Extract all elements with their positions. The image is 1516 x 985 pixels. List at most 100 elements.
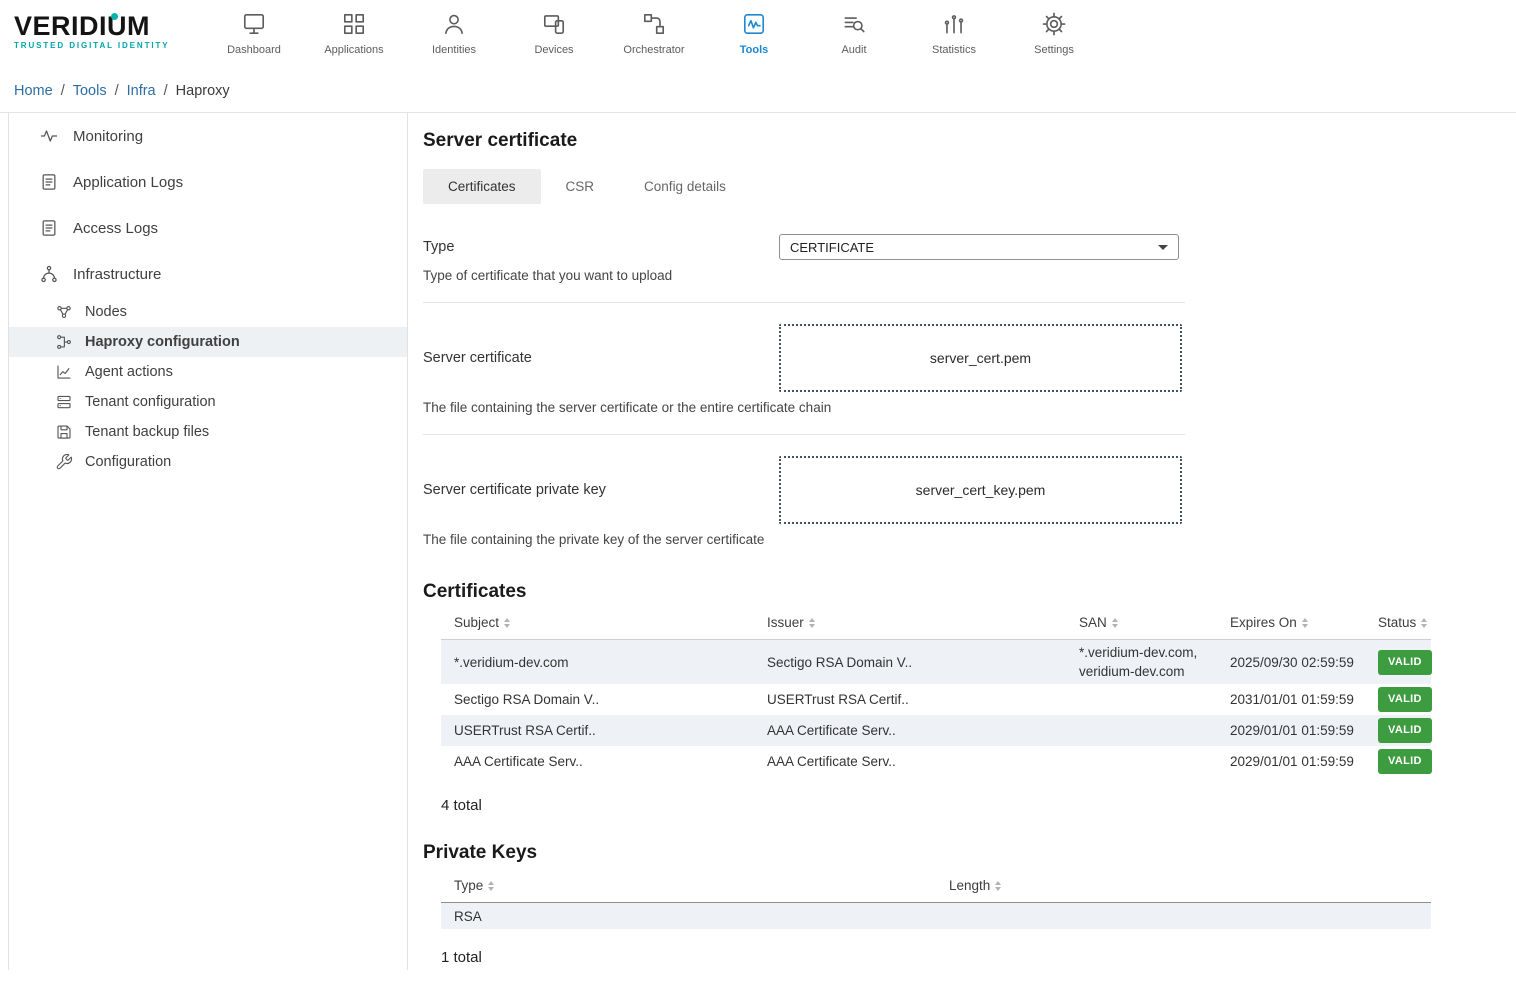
- sidebar: Monitoring Application Logs Access Logs …: [8, 113, 408, 970]
- breadcrumb-separator: /: [61, 83, 65, 99]
- nav-item-tools[interactable]: Tools: [704, 0, 804, 56]
- cell-san: [1066, 761, 1217, 763]
- nav-item-devices[interactable]: Devices: [504, 0, 604, 56]
- gear-icon: [1041, 11, 1067, 37]
- bar-chart-icon: [941, 11, 967, 37]
- certificates-table: Subject Issuer SAN Expires On Status *.v…: [441, 615, 1431, 777]
- sidebar-item-label: Haproxy configuration: [85, 334, 240, 350]
- sidebar-item-label: Monitoring: [73, 128, 143, 145]
- sidebar-item-nodes[interactable]: Nodes: [9, 297, 407, 327]
- person-icon: [441, 11, 467, 37]
- column-header-type[interactable]: Type: [441, 878, 936, 900]
- server-icon: [55, 393, 73, 411]
- cell-subject: *.veridium-dev.com: [441, 652, 754, 673]
- private-key-filename: server_cert_key.pem: [916, 482, 1046, 498]
- wrench-icon: [55, 453, 73, 471]
- sidebar-item-application-logs[interactable]: Application Logs: [9, 159, 407, 205]
- nav-item-orchestrator[interactable]: Orchestrator: [604, 0, 704, 56]
- divider: [423, 302, 1185, 303]
- sidebar-item-tenant-configuration[interactable]: Tenant configuration: [9, 387, 407, 417]
- column-header-length[interactable]: Length: [936, 878, 1431, 900]
- breadcrumb-infra[interactable]: Infra: [127, 83, 156, 99]
- sidebar-item-label: Nodes: [85, 304, 127, 320]
- cell-key-length: [936, 915, 1431, 917]
- cell-key-type: RSA: [441, 906, 936, 927]
- cell-status: VALID: [1365, 717, 1431, 744]
- breadcrumb-tools[interactable]: Tools: [73, 83, 107, 99]
- network-icon: [39, 264, 59, 284]
- nav-item-dashboard[interactable]: Dashboard: [204, 0, 304, 56]
- line-chart-icon: [55, 363, 73, 381]
- private-keys-total: 1 total: [441, 949, 1516, 966]
- page-title: Server certificate: [423, 130, 1516, 152]
- sitemap-icon: [55, 333, 73, 351]
- sidebar-item-label: Application Logs: [73, 174, 183, 191]
- chevron-down-icon: [1158, 245, 1168, 250]
- dashboard-icon: [241, 11, 267, 37]
- nav-item-settings[interactable]: Settings: [1004, 0, 1104, 56]
- sidebar-item-access-logs[interactable]: Access Logs: [9, 205, 407, 251]
- sort-icon: [1421, 618, 1427, 628]
- breadcrumb-current: Haproxy: [176, 83, 230, 99]
- private-key-label: Server certificate private key: [423, 482, 779, 498]
- document-icon: [39, 172, 59, 192]
- nav-item-statistics[interactable]: Statistics: [904, 0, 1004, 56]
- nav-item-applications[interactable]: Applications: [304, 0, 404, 56]
- logo-wordmark: VERIDIUM: [14, 12, 182, 40]
- logo-dot-icon: [111, 13, 118, 20]
- veridium-logo[interactable]: VERIDIUM TRUSTED DIGITAL IDENTITY: [14, 12, 182, 50]
- column-header-status[interactable]: Status: [1365, 615, 1431, 637]
- cell-status: VALID: [1365, 748, 1431, 775]
- server-certificate-dropzone[interactable]: server_cert.pem: [779, 324, 1182, 392]
- private-key-help-text: The file containing the private key of t…: [423, 532, 1185, 547]
- sidebar-item-label: Tenant backup files: [85, 424, 209, 440]
- sidebar-item-haproxy-configuration[interactable]: Haproxy configuration: [9, 327, 407, 357]
- column-header-issuer[interactable]: Issuer: [754, 615, 1066, 637]
- nav-label: Orchestrator: [623, 44, 684, 56]
- sidebar-item-infrastructure[interactable]: Infrastructure: [9, 251, 407, 297]
- sidebar-item-monitoring[interactable]: Monitoring: [9, 113, 407, 159]
- certificates-table-header: Subject Issuer SAN Expires On Status: [441, 615, 1431, 640]
- tab-csr[interactable]: CSR: [541, 169, 620, 204]
- private-keys-section-title: Private Keys: [423, 842, 1516, 864]
- certificate-type-select[interactable]: CERTIFICATE: [779, 234, 1179, 260]
- sort-icon: [1112, 618, 1118, 628]
- document-icon: [39, 218, 59, 238]
- logo-tagline: TRUSTED DIGITAL IDENTITY: [14, 41, 182, 50]
- sort-icon: [809, 618, 815, 628]
- certificates-section-title: Certificates: [423, 581, 1516, 603]
- cell-san: [1066, 730, 1217, 732]
- save-icon: [55, 423, 73, 441]
- cell-status: VALID: [1365, 649, 1431, 676]
- server-certificate-label: Server certificate: [423, 350, 779, 366]
- cell-expires: 2029/01/01 01:59:59: [1217, 751, 1365, 772]
- divider: [423, 434, 1185, 435]
- private-key-dropzone[interactable]: server_cert_key.pem: [779, 456, 1182, 524]
- nav-label: Identities: [432, 44, 476, 56]
- breadcrumb-home[interactable]: Home: [14, 83, 53, 99]
- nav-label: Audit: [841, 44, 866, 56]
- activity-icon: [39, 126, 59, 146]
- sort-icon: [995, 881, 1001, 891]
- server-certificate-help-text: The file containing the server certifica…: [423, 400, 1185, 415]
- status-badge: VALID: [1378, 650, 1432, 675]
- column-header-subject[interactable]: Subject: [441, 615, 754, 637]
- cell-expires: 2031/01/01 01:59:59: [1217, 689, 1365, 710]
- content-area: Monitoring Application Logs Access Logs …: [0, 112, 1516, 970]
- nav-label: Statistics: [932, 44, 976, 56]
- sort-icon: [1302, 618, 1308, 628]
- sidebar-item-tenant-backup-files[interactable]: Tenant backup files: [9, 417, 407, 447]
- certificate-type-value: CERTIFICATE: [790, 240, 874, 255]
- breadcrumb: Home/Tools/Infra/Haproxy: [0, 76, 1516, 112]
- sidebar-item-configuration[interactable]: Configuration: [9, 447, 407, 477]
- tab-certificates[interactable]: Certificates: [423, 169, 541, 204]
- column-header-san[interactable]: SAN: [1066, 615, 1217, 637]
- sidebar-item-agent-actions[interactable]: Agent actions: [9, 357, 407, 387]
- table-row: AAA Certificate Serv.. AAA Certificate S…: [441, 746, 1431, 777]
- status-badge: VALID: [1378, 687, 1432, 712]
- tab-config-details[interactable]: Config details: [619, 169, 751, 204]
- column-header-expires-on[interactable]: Expires On: [1217, 615, 1365, 637]
- nav-item-identities[interactable]: Identities: [404, 0, 504, 56]
- cell-issuer: Sectigo RSA Domain V..: [754, 652, 1066, 673]
- nav-item-audit[interactable]: Audit: [804, 0, 904, 56]
